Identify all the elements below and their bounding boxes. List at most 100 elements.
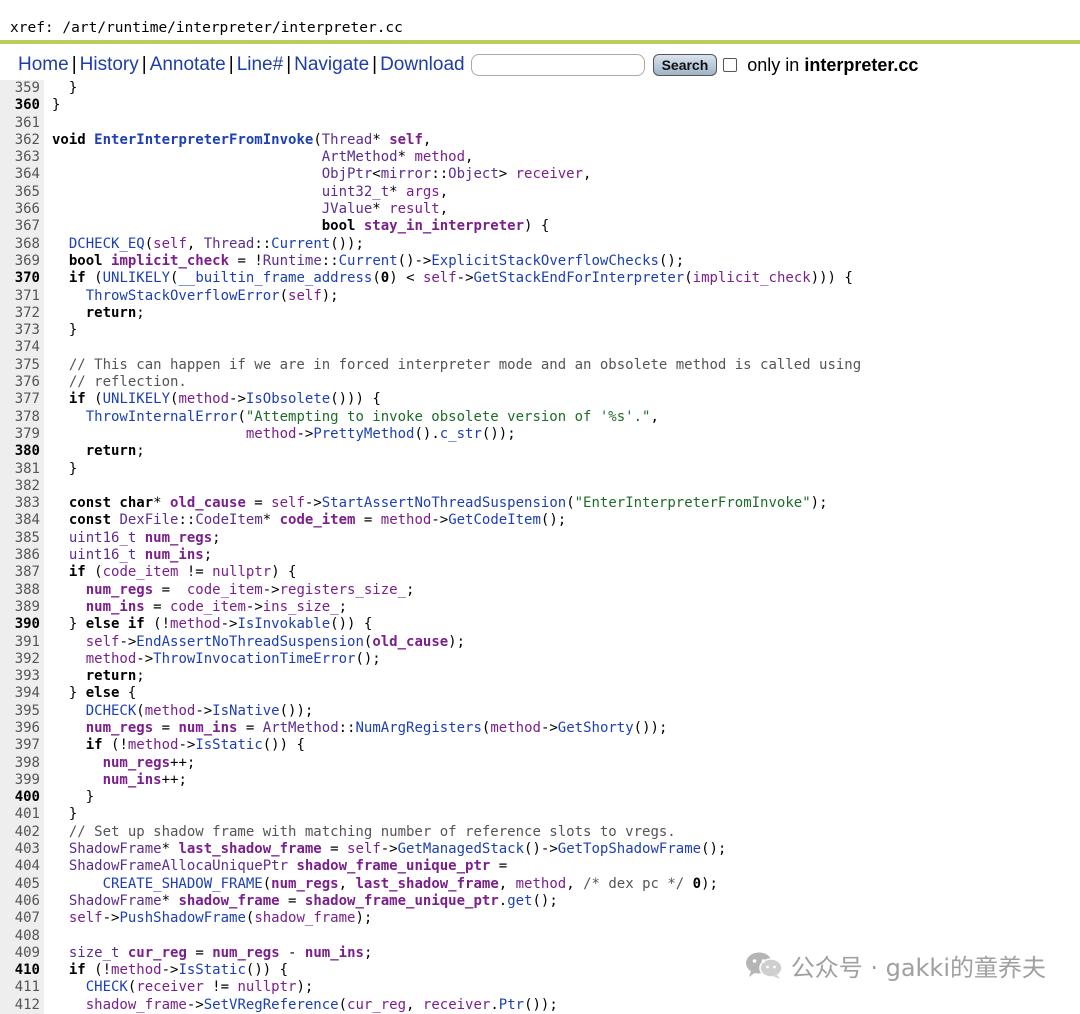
line-number-link[interactable]: 397 [0,737,44,755]
line-number-link[interactable]: 374 [0,339,44,357]
code-token[interactable]: ShadowFrame [69,841,162,857]
line-number-link[interactable]: 378 [0,408,44,426]
line-number-link[interactable]: 369 [0,252,44,271]
line-number-link[interactable]: 365 [0,183,44,202]
line-number-link[interactable]: 402 [0,823,44,842]
code-token[interactable]: EnterInterpreterFromInvoke [94,132,313,148]
nav-link-history[interactable]: History [80,54,139,75]
line-number-link[interactable]: 410 [0,962,44,980]
code-token[interactable]: ExplicitStackOverflowChecks [431,253,659,269]
code-token[interactable]: UNLIKELY [103,270,170,286]
code-token[interactable]: NumArgRegisters [355,720,481,736]
code-token[interactable]: IsStatic [178,962,245,978]
line-number-link[interactable]: 409 [0,944,44,963]
line-number-link[interactable]: 393 [0,668,44,686]
line-number-link[interactable]: 382 [0,477,44,496]
code-token[interactable]: PushShadowFrame [119,910,245,926]
path-segment-link[interactable]: runtime [106,20,167,36]
nav-link-home[interactable]: Home [18,54,69,75]
line-number-link[interactable]: 387 [0,564,44,582]
only-in-file-checkbox[interactable] [723,58,738,72]
line-number-link[interactable]: 376 [0,374,44,392]
line-number-link[interactable]: 383 [0,495,44,513]
line-number-link[interactable]: 361 [0,114,44,132]
line-number-link[interactable]: 395 [0,702,44,720]
code-token[interactable]: mirror [381,166,432,182]
line-number-link[interactable]: 372 [0,304,44,323]
code-token[interactable]: GetTopShadowFrame [558,841,701,857]
nav-link-download[interactable]: Download [380,54,465,75]
line-number-link[interactable]: 368 [0,235,44,253]
line-number-link[interactable]: 367 [0,218,44,236]
line-number-link[interactable]: 363 [0,149,44,167]
code-token[interactable]: get [507,893,532,909]
code-token[interactable]: GetManagedStack [398,841,524,857]
code-token[interactable]: GetCodeItem [448,512,541,528]
code-token[interactable]: PrettyMethod [313,426,414,442]
line-number-link[interactable]: 390 [0,616,44,634]
search-input[interactable] [470,54,645,76]
code-token[interactable]: Ptr [499,997,524,1013]
path-segment-link[interactable]: interpreter [176,20,272,36]
code-token[interactable]: uint32_t [322,184,389,200]
line-number-link[interactable]: 379 [0,425,44,444]
line-number-link[interactable]: 388 [0,581,44,599]
code-token[interactable]: IsInvokable [237,616,330,632]
code-token[interactable]: ObjPtr [322,166,373,182]
line-number-link[interactable]: 404 [0,858,44,876]
code-token[interactable]: CodeItem [195,512,262,528]
line-number-link[interactable]: 407 [0,910,44,928]
code-token[interactable]: DexFile [119,512,178,528]
code-token[interactable]: Thread [322,132,373,148]
line-number-link[interactable]: 398 [0,754,44,772]
code-token[interactable]: Thread [204,236,255,252]
line-number-link[interactable]: 373 [0,322,44,340]
code-token[interactable]: CHECK [86,979,128,995]
nav-link-line[interactable]: Line# [237,54,284,75]
line-number-link[interactable]: 401 [0,806,44,824]
code-token[interactable]: Current [339,253,398,269]
path-segment-link[interactable]: interpreter.cc [281,20,403,36]
code-token[interactable]: EndAssertNoThreadSuspension [136,634,364,650]
code-token[interactable]: uint16_t [69,530,145,546]
code-token[interactable]: IsNative [212,703,279,719]
line-number-link[interactable]: 412 [0,996,44,1014]
nav-link-navigate[interactable]: Navigate [294,54,369,75]
code-token[interactable]: Runtime [263,253,322,269]
line-number-link[interactable]: 370 [0,270,44,288]
line-number-link[interactable]: 394 [0,685,44,703]
line-number-link[interactable]: 399 [0,771,44,790]
line-number-link[interactable]: 384 [0,512,44,530]
code-token[interactable]: GetShorty [558,720,634,736]
path-segment-link[interactable]: art [71,20,97,36]
code-token[interactable]: StartAssertNoThreadSuspension [322,495,566,511]
line-number-link[interactable]: 411 [0,979,44,997]
code-token[interactable]: ThrowStackOverflowError [86,288,280,304]
line-number-link[interactable]: 362 [0,131,44,150]
code-token[interactable]: CREATE_SHADOW_FRAME [103,876,263,892]
code-token[interactable]: ThrowInternalError [86,409,238,425]
line-number-link[interactable]: 403 [0,841,44,859]
line-number-link[interactable]: 371 [0,287,44,305]
code-token[interactable]: size_t [69,945,128,961]
line-number-link[interactable]: 391 [0,633,44,651]
code-token[interactable]: ArtMethod [263,720,339,736]
line-number-link[interactable]: 392 [0,650,44,669]
code-token[interactable]: DCHECK_EQ [69,236,145,252]
search-button[interactable]: Search [652,54,718,76]
code-token[interactable]: UNLIKELY [103,391,170,407]
line-number-link[interactable]: 364 [0,166,44,184]
line-number-link[interactable]: 408 [0,927,44,945]
code-token[interactable]: IsStatic [195,737,262,753]
line-number-link[interactable]: 375 [0,356,44,375]
line-number-link[interactable]: 400 [0,789,44,807]
line-number-link[interactable]: 385 [0,529,44,548]
code-token[interactable]: c_str [440,426,482,442]
code-token[interactable]: DCHECK [86,703,137,719]
code-token[interactable]: GetStackEndForInterpreter [474,270,685,286]
code-token[interactable]: ShadowFrameAllocaUniquePtr [69,858,297,874]
line-number-link[interactable]: 396 [0,719,44,738]
code-token[interactable]: ThrowInvocationTimeError [153,651,355,667]
code-token[interactable]: IsObsolete [246,391,330,407]
line-number-link[interactable]: 389 [0,598,44,617]
